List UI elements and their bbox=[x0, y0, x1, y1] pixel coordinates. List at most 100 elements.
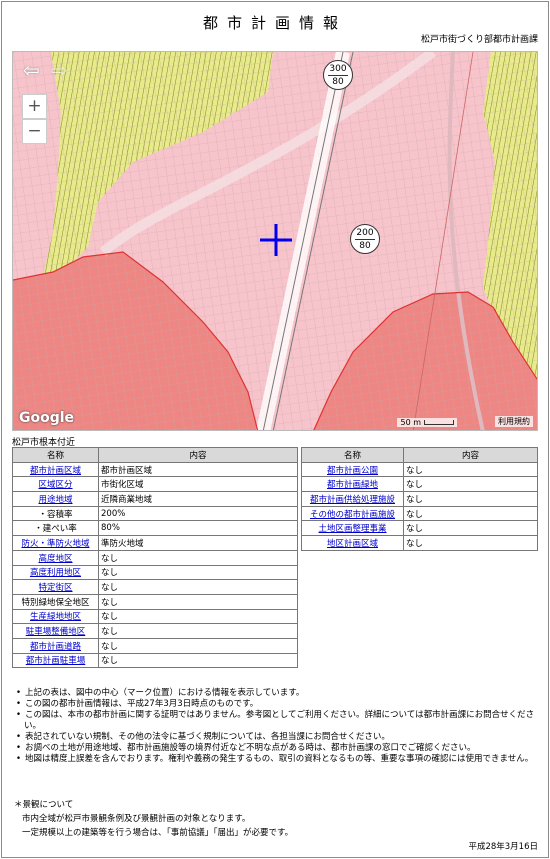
table-header-row: 名称 内容 bbox=[12, 447, 298, 463]
zoom-in-button[interactable]: + bbox=[22, 94, 47, 119]
row-value-cell: 200% bbox=[98, 505, 298, 522]
row-name-cell[interactable]: 高度利用地区 bbox=[12, 564, 99, 581]
row-name-cell[interactable]: 地区計画区域 bbox=[301, 535, 404, 551]
row-name-link[interactable]: 高度利用地区 bbox=[30, 568, 81, 578]
department-label: 松戸市街づくり部都市計画課 bbox=[420, 35, 538, 45]
scale-label: 50 m bbox=[400, 418, 421, 427]
table-row: 防火・準防火地域 準防火地域 bbox=[12, 535, 298, 551]
row-name-link[interactable]: 地区計画区域 bbox=[327, 539, 378, 549]
table-row: 区域区分 市街化区域 bbox=[12, 476, 298, 493]
row-name-cell[interactable]: その他の都市計画施設 bbox=[301, 505, 404, 522]
landscape-section: ＊景観について 市内全域が松戸市景観条例及び景観計画の対象となります。 一定規模… bbox=[14, 798, 293, 840]
row-value-cell: なし bbox=[98, 549, 298, 566]
row-name-link[interactable]: 都市計画緑地 bbox=[327, 480, 378, 490]
table-row: 都市計画駐車場 なし bbox=[12, 652, 298, 669]
row-value-cell: なし bbox=[403, 535, 538, 551]
row-name-link[interactable]: 区域区分 bbox=[38, 480, 72, 490]
row-value-cell: 市街化区域 bbox=[98, 476, 298, 493]
zoning-table-right: 名称 内容 都市計画公園 なし 都市計画緑地 なし 都市計画供給処理施設 なし その他の都市… bbox=[301, 447, 538, 551]
crosshair-marker-icon bbox=[260, 224, 292, 256]
row-value-cell: 80% bbox=[98, 520, 298, 537]
row-name-cell[interactable]: 都市計画駐車場 bbox=[12, 652, 99, 669]
row-value-cell: なし bbox=[98, 579, 298, 595]
column-header-content: 内容 bbox=[403, 447, 538, 463]
table-row: 高度地区 なし bbox=[12, 549, 298, 566]
row-value-cell: なし bbox=[98, 652, 298, 669]
google-logo: Google bbox=[19, 410, 75, 426]
table-row: 都市計画道路 なし bbox=[12, 637, 298, 654]
row-value-cell: なし bbox=[403, 476, 538, 493]
row-name-link[interactable]: 特定街区 bbox=[38, 583, 72, 593]
row-name-cell: 特別緑地保全地区 bbox=[12, 593, 99, 610]
row-name-link[interactable]: 土地区画整理事業 bbox=[318, 524, 386, 534]
zoom-out-button[interactable]: − bbox=[22, 119, 47, 144]
scale-line bbox=[424, 420, 454, 425]
row-name-cell[interactable]: 土地区画整理事業 bbox=[301, 520, 404, 537]
row-value-cell: 準防火地域 bbox=[98, 535, 298, 551]
row-name-cell[interactable]: 防火・準防火地域 bbox=[12, 535, 99, 551]
column-header-name: 名称 bbox=[12, 447, 99, 463]
row-name-link[interactable]: 都市計画駐車場 bbox=[26, 656, 86, 666]
row-name-link[interactable]: 都市計画道路 bbox=[30, 642, 81, 652]
table-row: 都市計画区域 都市計画区域 bbox=[12, 461, 298, 478]
note-item: 地図は精度上誤差を含んでおります。権利や義務の発生するもの、取引の資料となるもの… bbox=[14, 754, 538, 765]
row-name-cell[interactable]: 特定街区 bbox=[12, 579, 99, 595]
row-name-cell[interactable]: 都市計画供給処理施設 bbox=[301, 491, 404, 507]
row-name-cell[interactable]: 都市計画道路 bbox=[12, 637, 99, 654]
row-name-link[interactable]: 用途地域 bbox=[38, 495, 72, 505]
table-row: 地区計画区域 なし bbox=[301, 535, 538, 551]
row-name-link[interactable]: 生産緑地地区 bbox=[30, 612, 81, 622]
row-name-link[interactable]: 都市計画公園 bbox=[327, 466, 378, 476]
forward-arrow-icon[interactable]: ⇨ bbox=[51, 58, 68, 82]
road-label-top: 200 bbox=[356, 228, 374, 238]
table-row: 特別緑地保全地区 なし bbox=[12, 593, 298, 610]
table-row: ・容積率 200% bbox=[12, 505, 298, 522]
row-value-cell: なし bbox=[98, 608, 298, 625]
road-label-top: 300 bbox=[329, 64, 347, 74]
row-name-cell[interactable]: 用途地域 bbox=[12, 491, 99, 507]
note-item: この図の都市計画情報は、平成27年3月3日時点のものです。 bbox=[14, 699, 538, 710]
row-name-cell[interactable]: 都市計画公園 bbox=[301, 461, 404, 478]
row-name-link[interactable]: 防火・準防火地域 bbox=[21, 539, 89, 549]
row-name-link[interactable]: 都市計画供給処理施設 bbox=[310, 495, 395, 505]
note-item: 上記の表は、図中の中心（マーク位置）における情報を表示しています。 bbox=[14, 688, 538, 699]
row-value-cell: 都市計画区域 bbox=[98, 461, 298, 478]
row-name-cell[interactable]: 都市計画区域 bbox=[12, 461, 99, 478]
row-value-cell: なし bbox=[98, 623, 298, 639]
date-label: 平成28年3月16日 bbox=[468, 842, 538, 852]
row-value-cell: なし bbox=[403, 461, 538, 478]
row-value-cell: なし bbox=[403, 491, 538, 507]
row-name-cell[interactable]: 駐車場整備地区 bbox=[12, 623, 99, 639]
back-arrow-icon[interactable]: ⇦ bbox=[23, 58, 40, 82]
row-name-cell: ・容積率 bbox=[12, 505, 99, 522]
row-name-link[interactable]: その他の都市計画施設 bbox=[310, 510, 395, 520]
row-value-cell: なし bbox=[403, 520, 538, 537]
row-name-link[interactable]: 駐車場整備地区 bbox=[26, 627, 86, 637]
road-label-bottom: 80 bbox=[328, 75, 348, 88]
row-value-cell: なし bbox=[98, 593, 298, 610]
page-title: 都市計画情報 bbox=[202, 14, 347, 32]
terms-link[interactable]: 利用規約 bbox=[495, 416, 533, 427]
row-name-cell[interactable]: 区域区分 bbox=[12, 476, 99, 493]
landscape-line-2: 一定規模以上の建築等を行う場合は、「事前協議」「届出」が必要です。 bbox=[22, 828, 294, 838]
row-name-cell[interactable]: 生産緑地地区 bbox=[12, 608, 99, 625]
table-header-row: 名称 内容 bbox=[301, 447, 538, 463]
map-view[interactable]: 300 80 200 80 ⇦ ⇨ + − Google 50 m 利用規約 bbox=[12, 51, 538, 431]
row-name-cell[interactable]: 高度地区 bbox=[12, 549, 99, 566]
table-row: 生産緑地地区 なし bbox=[12, 608, 298, 625]
road-label-bottom: 80 bbox=[355, 239, 375, 252]
table-row: 用途地域 近隣商業地域 bbox=[12, 491, 298, 507]
landscape-heading: ＊景観について bbox=[14, 800, 74, 810]
landscape-line-1: 市内全域が松戸市景観条例及び景観計画の対象となります。 bbox=[22, 814, 251, 824]
row-name-link[interactable]: 都市計画区域 bbox=[30, 466, 81, 476]
row-value-cell: なし bbox=[98, 637, 298, 654]
row-name-link[interactable]: 高度地区 bbox=[38, 554, 72, 564]
row-name-cell[interactable]: 都市計画緑地 bbox=[301, 476, 404, 493]
table-row: 駐車場整備地区 なし bbox=[12, 623, 298, 639]
row-value-cell: 近隣商業地域 bbox=[98, 491, 298, 507]
note-item: お調べの土地が用途地域、都市計画施設等の境界付近など不明な点がある時は、都市計画… bbox=[14, 743, 538, 754]
column-header-content: 内容 bbox=[98, 447, 298, 463]
table-row: 土地区画整理事業 なし bbox=[301, 520, 538, 537]
table-row: 高度利用地区 なし bbox=[12, 564, 298, 581]
table-row: その他の都市計画施設 なし bbox=[301, 505, 538, 522]
